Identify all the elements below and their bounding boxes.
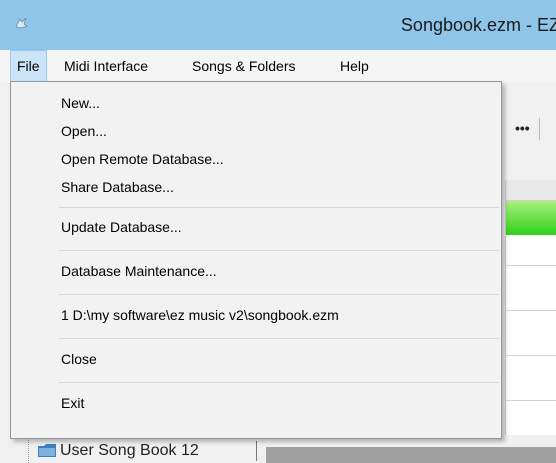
menu-item-database-maintenance[interactable]: Database Maintenance... [11, 258, 501, 284]
song-grid[interactable] [505, 180, 556, 435]
file-menu-dropdown: New... Open... Open Remote Database... S… [10, 81, 502, 439]
grid-row-line [506, 400, 556, 401]
menu-item-exit[interactable]: Exit [11, 390, 501, 416]
toolbar: ••• [505, 110, 556, 150]
grid-row-line [506, 355, 556, 356]
app-icon[interactable] [14, 16, 28, 30]
more-button[interactable]: ••• [515, 120, 530, 136]
menu-separator [59, 338, 499, 339]
menu-item-close[interactable]: Close [11, 346, 501, 372]
grid-header [506, 180, 556, 201]
menu-item-open-remote-database[interactable]: Open Remote Database... [11, 146, 501, 172]
menu-help[interactable]: Help [334, 50, 375, 82]
tree-item-label: User Song Book 12 [60, 442, 199, 459]
window-title: Songbook.ezm - EZ [400, 15, 556, 35]
menu-item-new[interactable]: New... [11, 90, 501, 116]
menu-bar: File Midi Interface Songs & Folders Help [0, 50, 556, 82]
menu-item-share-database[interactable]: Share Database... [11, 174, 501, 200]
title-bar: Songbook.ezm - EZ [0, 0, 556, 50]
menu-songs-folders[interactable]: Songs & Folders [186, 50, 302, 82]
menu-file[interactable]: File [10, 50, 47, 82]
grid-selected-row[interactable] [506, 201, 556, 235]
menu-separator [59, 250, 499, 251]
bottom-panel [266, 447, 556, 463]
menu-item-recent-file[interactable]: 1 D:\my software\ez music v2\songbook.ez… [11, 302, 501, 328]
menu-separator [59, 382, 499, 383]
menu-item-update-database[interactable]: Update Database... [11, 214, 501, 240]
menu-midi-interface[interactable]: Midi Interface [58, 50, 154, 82]
grid-row-line [506, 265, 556, 266]
menu-separator [59, 294, 499, 295]
menu-separator [59, 207, 499, 208]
menu-item-open[interactable]: Open... [11, 118, 501, 144]
folder-icon [38, 444, 56, 457]
pane-splitter[interactable] [256, 441, 257, 461]
grid-row-line [506, 310, 556, 311]
toolbar-separator [539, 118, 540, 140]
